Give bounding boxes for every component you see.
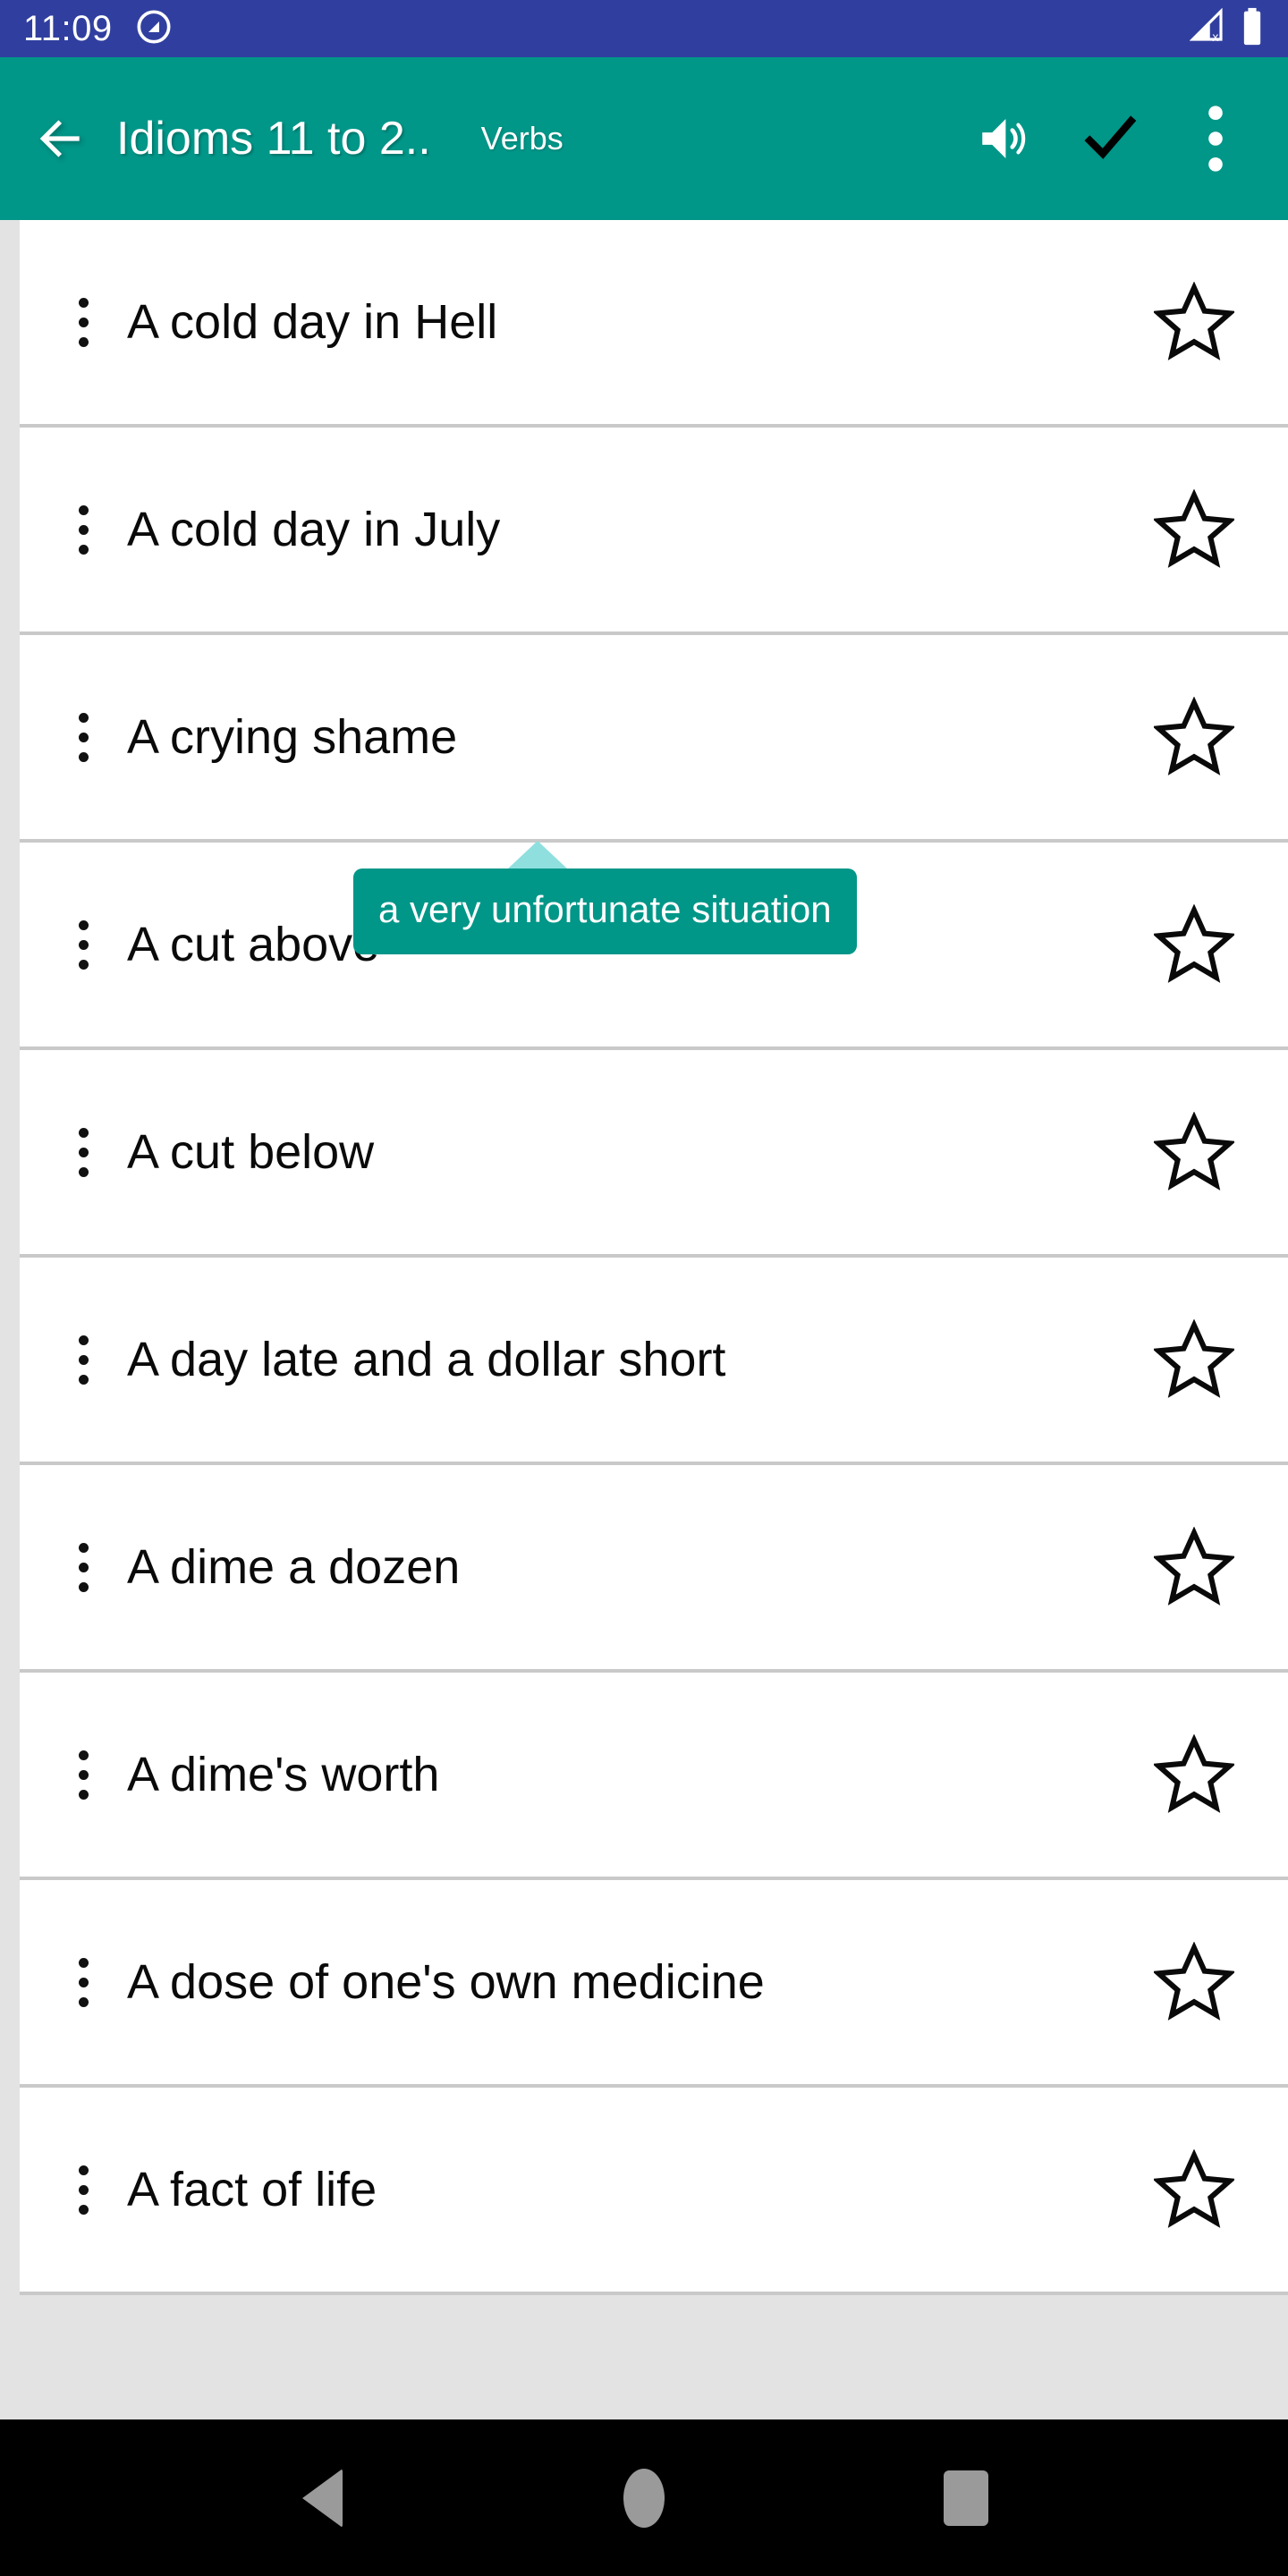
row-overflow-menu-icon[interactable] [50, 919, 116, 970]
square-recents-icon [944, 2470, 988, 2526]
favorite-star-icon[interactable] [1100, 1734, 1288, 1815]
favorite-star-icon[interactable] [1100, 1112, 1288, 1192]
volume-up-icon [982, 119, 1026, 158]
idiom-text: A cut below [127, 1125, 375, 1179]
triangle-back-icon [301, 2468, 343, 2528]
favorite-star-icon[interactable] [1100, 1942, 1288, 2022]
row-overflow-menu-icon[interactable] [50, 1957, 116, 2007]
idiom-text: A day late and a dollar short [127, 1333, 726, 1386]
check-icon [1084, 115, 1137, 159]
idiom-text: A dime a dozen [127, 1540, 461, 1594]
favorite-star-icon[interactable] [1100, 697, 1288, 777]
favorite-star-icon[interactable] [1100, 1527, 1288, 1607]
list-item[interactable]: A cold day in Hell [20, 220, 1288, 428]
status-notification-icons [136, 9, 172, 49]
favorite-star-icon[interactable] [1100, 1319, 1288, 1400]
row-overflow-menu-icon[interactable] [50, 297, 116, 347]
page-title: Idioms 11 to 2.. [116, 113, 431, 165]
list-item[interactable]: A cold day in July [20, 428, 1288, 635]
toolbar-actions [952, 86, 1268, 191]
row-overflow-menu-icon[interactable] [50, 2165, 116, 2215]
arrow-back-icon [39, 120, 80, 157]
nav-recents-button[interactable] [899, 2431, 1033, 2565]
idiom-text: A cold day in July [127, 503, 501, 556]
more-vert-icon [1208, 106, 1223, 172]
speaker-button[interactable] [952, 86, 1057, 191]
nav-home-button[interactable] [577, 2431, 711, 2565]
row-overflow-menu-icon[interactable] [50, 1127, 116, 1177]
list-item[interactable]: A crying shame [20, 635, 1288, 843]
favorite-star-icon[interactable] [1100, 2149, 1288, 2230]
list-item[interactable]: A dime's worth [20, 1673, 1288, 1880]
tooltip-text: a very unfortunate situation [353, 869, 857, 954]
idiom-text: A fact of life [127, 2163, 377, 2216]
list-item[interactable]: A dime a dozen [20, 1465, 1288, 1673]
definition-tooltip: a very unfortunate situation [353, 841, 857, 954]
idiom-text: A cold day in Hell [127, 295, 498, 349]
row-overflow-menu-icon[interactable] [50, 1750, 116, 1800]
favorite-star-icon[interactable] [1100, 489, 1288, 570]
status-system-icons: x [1189, 7, 1265, 51]
battery-full-icon [1240, 7, 1265, 51]
category-label[interactable]: Verbs [481, 120, 564, 157]
idiom-text: A dose of one's own medicine [127, 1955, 765, 2009]
confirm-check-button[interactable] [1057, 86, 1163, 191]
row-overflow-menu-icon[interactable] [50, 504, 116, 555]
row-overflow-menu-icon[interactable] [50, 1335, 116, 1385]
circle-home-icon [623, 2468, 665, 2528]
app-toolbar: Idioms 11 to 2.. Verbs [0, 57, 1288, 220]
favorite-star-icon[interactable] [1100, 904, 1288, 985]
list-item[interactable]: A dose of one's own medicine [20, 1880, 1288, 2088]
no-sim-signal-icon: x [1189, 7, 1227, 50]
system-navigation-bar [0, 2419, 1288, 2576]
list-item[interactable]: A cut below [20, 1050, 1288, 1258]
app-screen: 11:09 x Idioms 11 to 2.. Verbs A cold da… [0, 0, 1288, 2576]
row-overflow-menu-icon[interactable] [50, 712, 116, 762]
svg-text:x: x [1212, 29, 1218, 43]
list-item[interactable]: A fact of life [20, 2088, 1288, 2295]
back-button[interactable] [20, 111, 102, 166]
app-notification-icon [136, 9, 172, 49]
status-clock: 11:09 [23, 8, 113, 48]
idiom-text: A crying shame [127, 710, 458, 764]
list-item[interactable]: A day late and a dollar short [20, 1258, 1288, 1465]
favorite-star-icon[interactable] [1100, 282, 1288, 362]
row-overflow-menu-icon[interactable] [50, 1542, 116, 1592]
idiom-list[interactable]: A cold day in Hell A cold day in July A … [0, 220, 1288, 2334]
overflow-menu-button[interactable] [1163, 86, 1268, 191]
nav-back-button[interactable] [255, 2431, 389, 2565]
idiom-text: A dime's worth [127, 1748, 440, 1801]
tooltip-arrow-icon [507, 841, 568, 869]
status-bar: 11:09 x [0, 0, 1288, 57]
